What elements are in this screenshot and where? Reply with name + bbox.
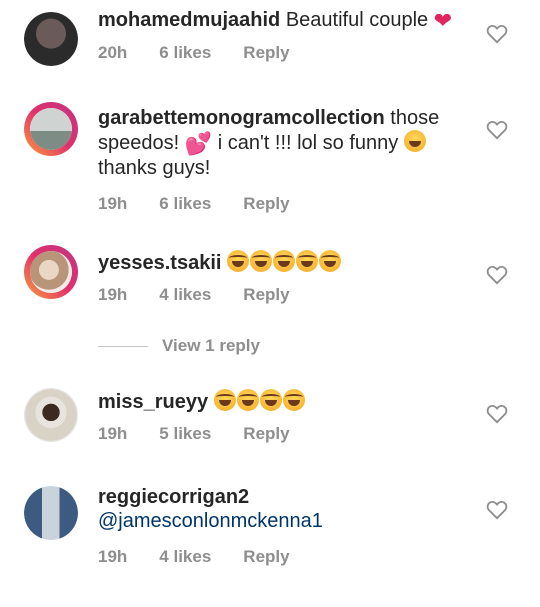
comment-time: 19h [98, 194, 128, 213]
comment-username[interactable]: yesses.tsakii [98, 252, 221, 274]
like-heart-icon[interactable] [486, 265, 508, 285]
avatar[interactable] [24, 245, 78, 299]
comment-username[interactable]: garabettemonogramcollection [98, 107, 385, 129]
tears-of-joy-emoji [236, 389, 259, 411]
reply-button[interactable]: Reply [243, 547, 289, 567]
like-heart-icon[interactable] [486, 24, 508, 44]
comment-likes[interactable]: 4 likes [159, 285, 211, 305]
red-heart-emoji: ❤ [433, 8, 453, 33]
reply-button[interactable]: Reply [243, 43, 289, 63]
like-heart-icon[interactable] [486, 120, 508, 140]
comment-likes[interactable]: 5 likes [159, 424, 211, 444]
avatar[interactable] [24, 12, 78, 66]
comment-text-end: thanks guys! [98, 157, 211, 179]
like-heart-icon[interactable] [486, 500, 508, 520]
avatar[interactable] [24, 102, 78, 156]
comment-time: 19h [98, 285, 128, 304]
tears-of-joy-emoji [296, 250, 318, 272]
tears-of-joy-emoji [259, 389, 282, 411]
comment-likes[interactable]: 6 likes [159, 194, 211, 214]
comment-text: Beautiful couple [285, 9, 429, 31]
comment-likes[interactable]: 4 likes [159, 547, 211, 567]
tears-of-joy-emoji [250, 250, 272, 272]
tears-of-joy-emoji [227, 250, 249, 272]
tears-of-joy-emoji [282, 389, 305, 411]
reply-button[interactable]: Reply [243, 194, 289, 214]
laughing-emoji [403, 130, 426, 152]
tears-of-joy-emoji [319, 250, 341, 272]
two-hearts-emoji: 💕 [184, 131, 213, 156]
divider-line [98, 345, 148, 347]
comment-username[interactable]: reggiecorrigan2 [98, 486, 249, 508]
comment-time: 20h [98, 43, 128, 62]
comment-time: 19h [98, 547, 128, 566]
tears-of-joy-emoji [273, 250, 295, 272]
reply-button[interactable]: Reply [243, 285, 289, 305]
comment-username[interactable]: miss_rueyy [98, 391, 208, 413]
reply-button[interactable]: Reply [243, 424, 289, 444]
comment-text-continued: i can't !!! lol so funny [217, 132, 399, 154]
view-replies-label[interactable]: View 1 reply [162, 336, 260, 356]
avatar[interactable] [24, 388, 78, 442]
comment-username[interactable]: mohamedmujaahid [98, 9, 280, 31]
view-replies-button[interactable]: View 1 reply [98, 336, 260, 356]
comment-time: 19h [98, 424, 128, 443]
mention-link[interactable]: @jamesconlonmckenna1 [98, 510, 323, 532]
avatar[interactable] [24, 486, 78, 540]
comment-likes[interactable]: 6 likes [159, 43, 211, 63]
tears-of-joy-emoji [213, 389, 236, 411]
like-heart-icon[interactable] [486, 404, 508, 424]
